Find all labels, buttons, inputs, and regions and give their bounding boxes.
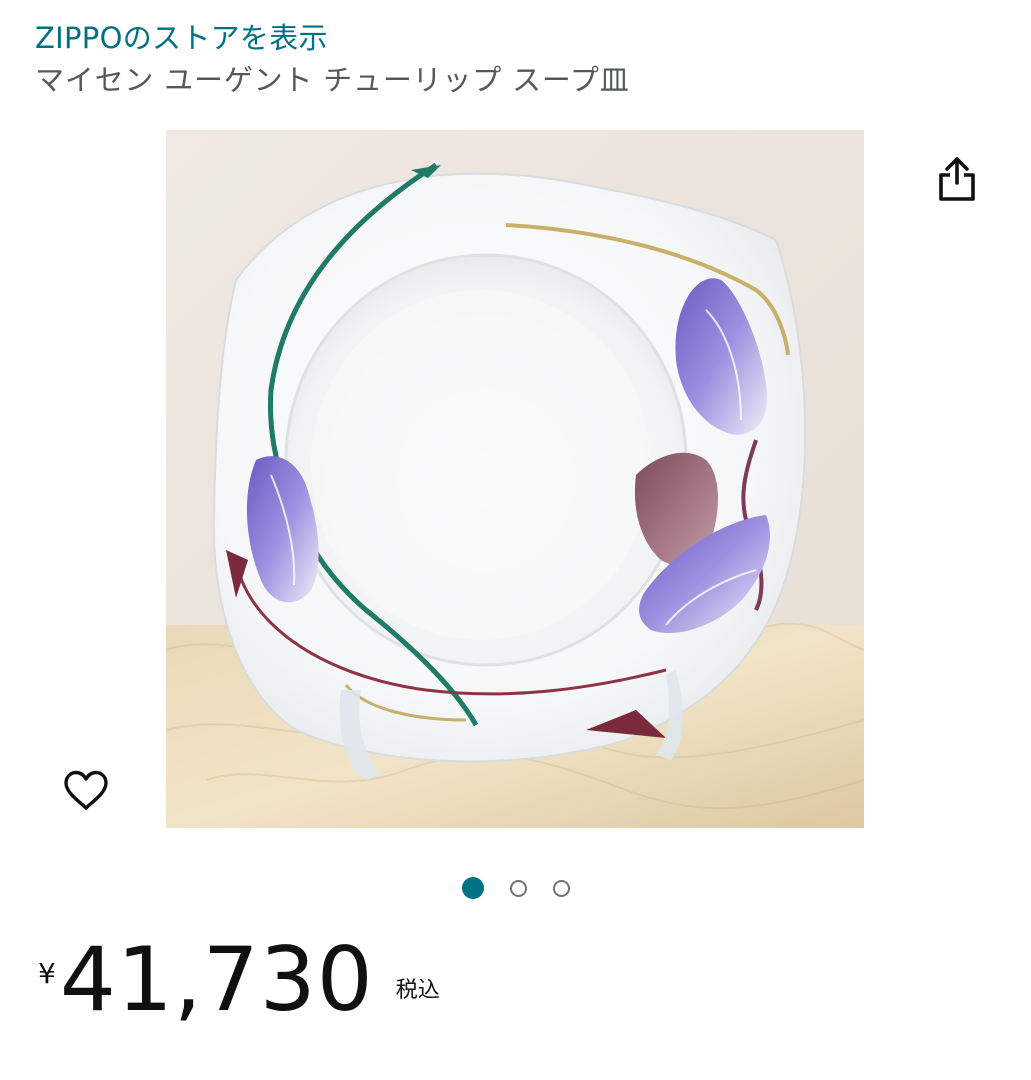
product-title: マイセン ユーゲント チューリップ スープ皿 [35,63,630,97]
share-icon [939,157,975,201]
image-carousel-indicator [0,876,1031,900]
carousel-dot-1[interactable] [461,877,484,899]
wishlist-button[interactable] [58,762,114,818]
carousel-dot-3[interactable] [552,879,570,897]
product-image[interactable] [166,130,864,828]
price-block: ¥ 41,730 税込 [38,930,440,1050]
price-currency-symbol: ¥ [38,957,56,990]
heart-outline-icon [64,770,108,810]
share-button[interactable] [928,150,986,208]
plate-photo [166,130,864,828]
carousel-dot-2[interactable] [509,879,527,897]
visit-store-link[interactable]: ZIPPOのストアを表示 [35,18,328,58]
tax-included-label: 税込 [395,978,440,1003]
price-amount: 41,730 [59,928,374,1031]
